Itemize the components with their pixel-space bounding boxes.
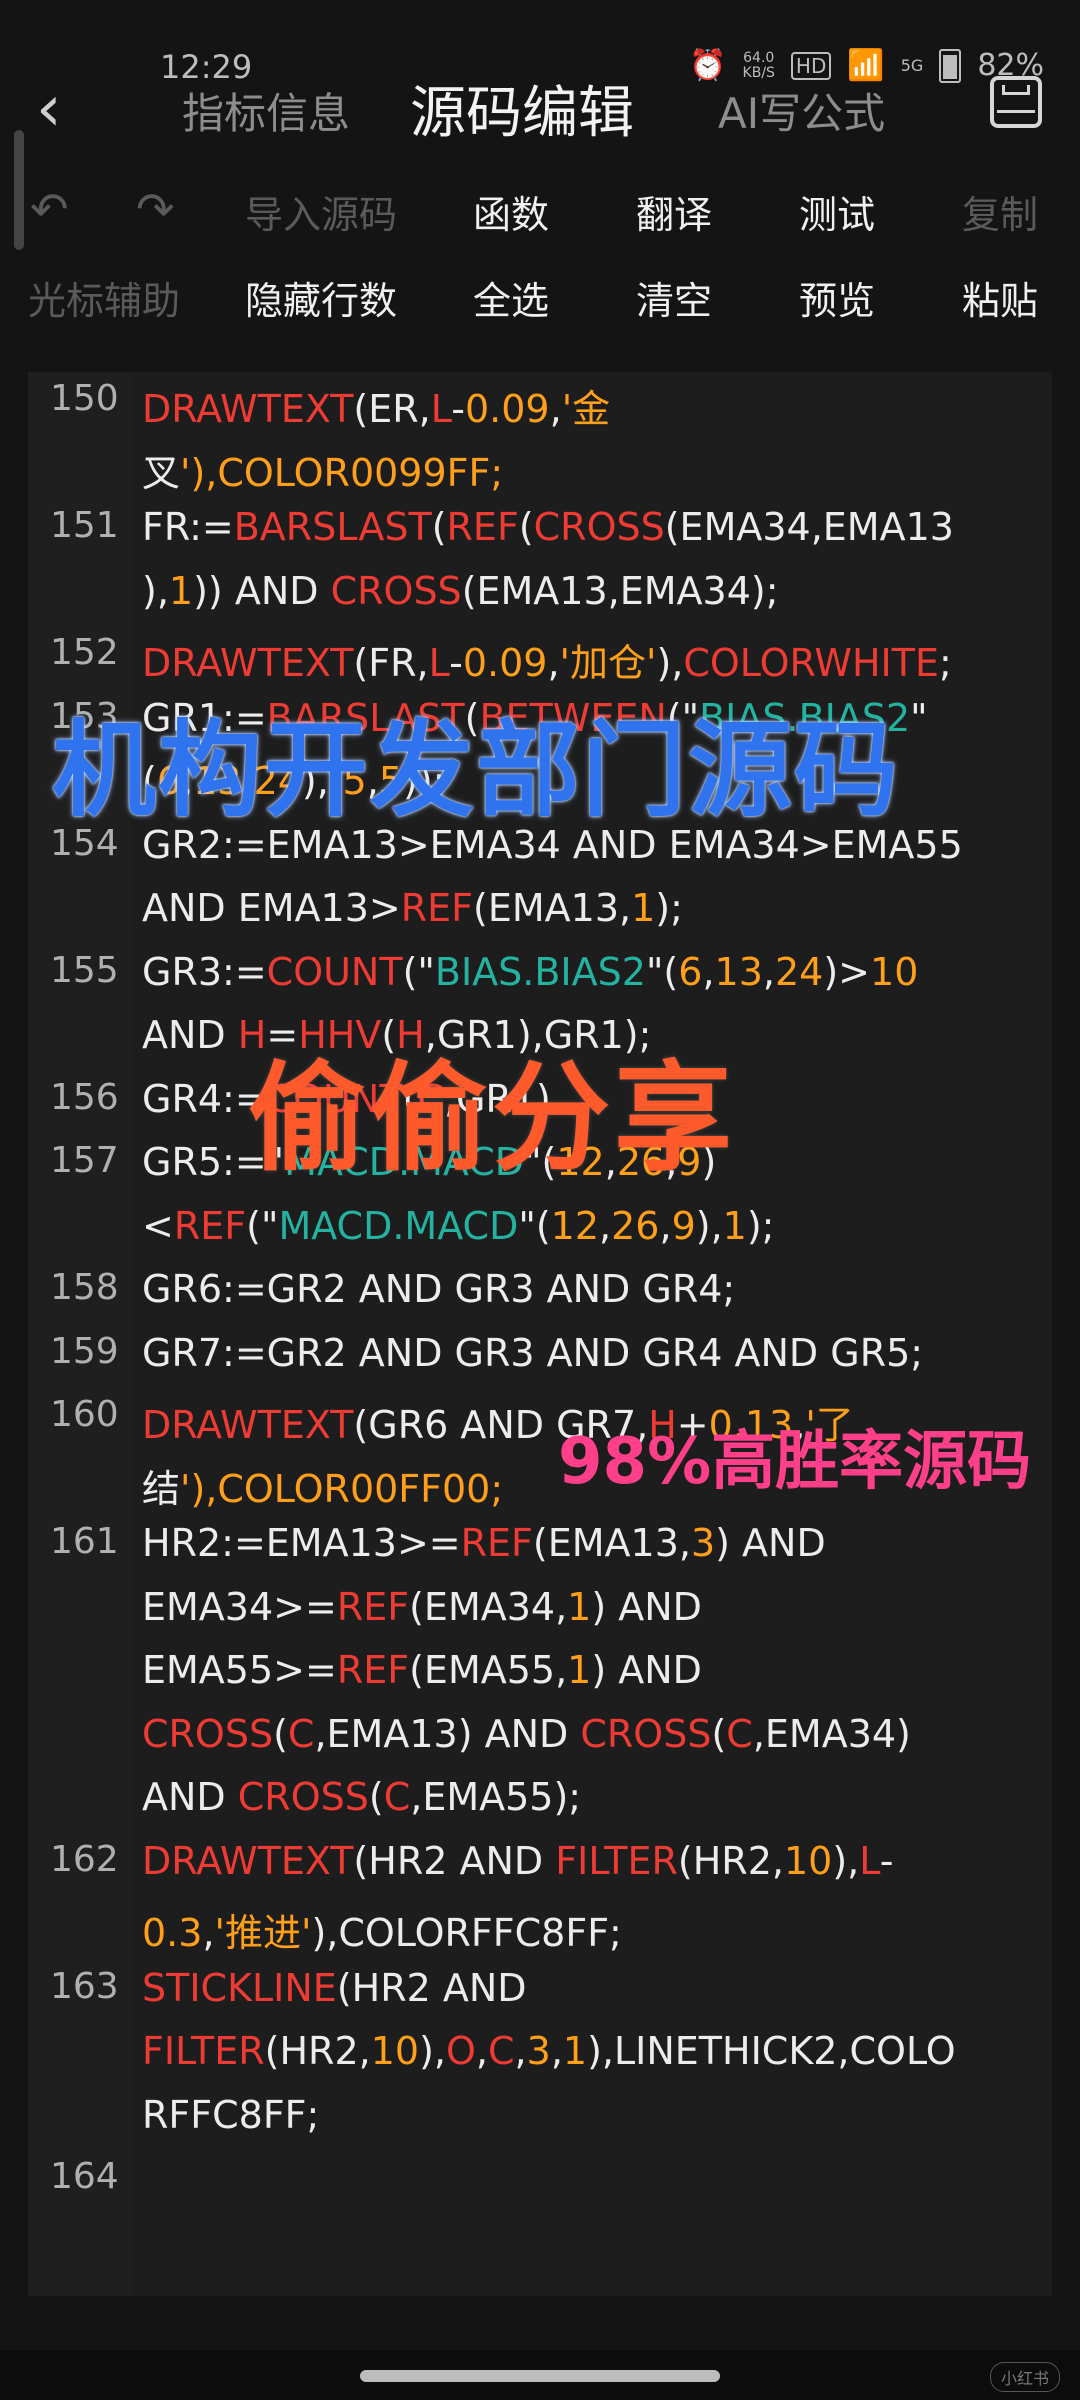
overlay-title: 机构开发部门源码 <box>52 709 901 831</box>
line-number: 158 <box>50 1267 119 1308</box>
code-line: DRAWTEXT(FR,L-0.09,'加仓'),COLORWHITE; <box>142 641 952 685</box>
functions-button[interactable]: 函数 <box>473 184 549 239</box>
toolbar-row-2: 光标辅助 隐藏行数 全选 清空 预览 粘贴 <box>0 256 1080 336</box>
overlay-share: 偷偷分享 <box>248 1049 737 1187</box>
code-line: DRAWTEXT(HR2 AND FILTER(HR2,10),L- <box>142 1838 894 1883</box>
overlay-rate: 98%高胜率源码 <box>558 1425 1032 1499</box>
code-line: STICKLINE(HR2 AND <box>142 1965 527 2010</box>
code-line: AND EMA13>REF(EMA13,1); <box>142 886 683 930</box>
line-number: 151 <box>50 505 119 546</box>
code-line: GR6:=GR2 AND GR3 AND GR4; <box>142 1267 736 1311</box>
code-line: CROSS(C,EMA13) AND CROSS(C,EMA34) <box>142 1711 911 1756</box>
code-line: 0.3,'推进'),COLORFFC8FF; <box>142 1911 622 1955</box>
code-line: FILTER(HR2,10),O,C,3,1),LINETHICK2,COLO <box>142 2029 956 2073</box>
home-indicator[interactable] <box>360 2370 720 2382</box>
select-all-button[interactable]: 全选 <box>473 270 549 325</box>
top-nav: ‹ 指标信息 源码编辑 AI写公式 <box>0 60 1080 160</box>
code-line: FR:=BARSLAST(REF(CROSS(EMA34,EMA13 <box>142 505 954 549</box>
code-line: GR3:=COUNT("BIAS.BIAS2"(6,13,24)>10 <box>142 949 919 994</box>
undo-icon[interactable]: ↶ <box>30 182 69 236</box>
system-nav-bar: 小红书 <box>0 2350 1080 2400</box>
code-line: <REF("MACD.MACD"(12,26,9),1); <box>142 1203 775 1248</box>
code-line: AND CROSS(C,EMA55); <box>142 1775 582 1819</box>
line-number: 157 <box>50 1140 119 1181</box>
tab-indicator-info[interactable]: 指标信息 <box>182 80 350 141</box>
line-number: 164 <box>50 2156 119 2197</box>
line-number: 160 <box>50 1394 119 1435</box>
line-number: 156 <box>50 1076 119 1118</box>
line-number: 159 <box>50 1330 119 1372</box>
code-line: EMA34>=REF(EMA34,1) AND <box>142 1584 702 1629</box>
line-number: 162 <box>50 1838 119 1880</box>
back-button[interactable]: ‹ <box>36 72 62 146</box>
line-number: 163 <box>50 1965 119 2007</box>
code-line: EMA55>=REF(EMA55,1) AND <box>142 1648 702 1692</box>
toolbar-row-1: ↶ ↷ 导入源码 函数 翻译 测试 复制 <box>0 170 1080 250</box>
line-number: 152 <box>50 632 119 673</box>
code-line: GR7:=GR2 AND GR3 AND GR4 AND GR5; <box>142 1330 924 1375</box>
code-line: DRAWTEXT(ER,L-0.09,'金 <box>142 387 611 431</box>
tab-ai-formula[interactable]: AI写公式 <box>718 80 885 141</box>
line-number: 150 <box>50 378 119 419</box>
clear-button[interactable]: 清空 <box>636 270 712 325</box>
hide-line-numbers-button[interactable]: 隐藏行数 <box>245 270 397 325</box>
import-source-button[interactable]: 导入源码 <box>245 184 397 239</box>
code-line: RFFC8FF; <box>142 2092 320 2137</box>
code-line: HR2:=EMA13>=REF(EMA13,3) AND <box>142 1521 826 1565</box>
test-button[interactable]: 测试 <box>799 184 875 239</box>
code-line: 结'),COLOR00FF00; <box>142 1466 504 1511</box>
line-number: 161 <box>50 1521 119 1562</box>
preview-button[interactable]: 预览 <box>799 270 875 325</box>
tab-source-edit[interactable]: 源码编辑 <box>410 68 634 149</box>
save-icon[interactable] <box>990 76 1042 128</box>
copy-button[interactable]: 复制 <box>962 184 1038 239</box>
code-line: ),1)) AND CROSS(EMA13,EMA34); <box>142 568 779 613</box>
code-line: 叉'),COLOR0099FF; <box>142 450 504 495</box>
line-number: 155 <box>50 949 119 991</box>
paste-button[interactable]: 粘贴 <box>962 270 1038 325</box>
redo-icon[interactable]: ↷ <box>136 182 175 236</box>
watermark: 小红书 <box>989 2362 1060 2392</box>
cursor-assist-button[interactable]: 光标辅助 <box>28 270 180 325</box>
code-editor[interactable]: 150 DRAWTEXT(ER,L-0.09,'金 叉'),COLOR0099FF;… <box>28 372 1052 2296</box>
translate-button[interactable]: 翻译 <box>636 184 712 239</box>
